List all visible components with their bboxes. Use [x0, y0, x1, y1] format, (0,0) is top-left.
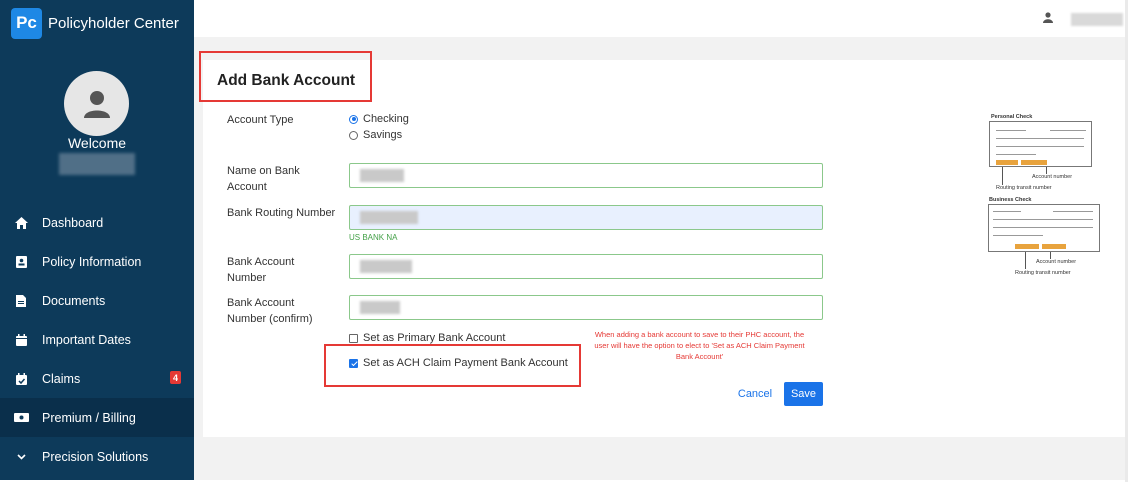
sidebar-item-label: Policy Information	[42, 254, 142, 269]
pointer-line	[1002, 167, 1003, 185]
routing-number-label: Bank Routing Number	[227, 207, 336, 219]
radio-label: Checking	[363, 113, 409, 125]
check-line	[993, 235, 1043, 236]
check-line	[993, 219, 1093, 220]
business-check-image	[988, 204, 1100, 252]
name-on-account-field[interactable]	[349, 163, 823, 188]
sidebar-item-label: Premium / Billing	[42, 410, 136, 425]
radio-savings[interactable]: Savings	[349, 129, 402, 141]
routing-number-field[interactable]	[349, 205, 823, 230]
pointer-line	[1050, 252, 1051, 259]
page-title: Add Bank Account	[217, 72, 356, 89]
account-icon[interactable]	[1043, 10, 1057, 24]
sidebar-item-label: Documents	[42, 293, 106, 308]
routing-highlight	[1015, 244, 1039, 249]
radio-button[interactable]	[349, 130, 358, 140]
top-bar	[194, 0, 1128, 37]
calendar-check-icon	[13, 371, 29, 387]
ach-account-checkbox-row[interactable]: Set as ACH Claim Payment Bank Account	[349, 357, 568, 369]
ach-account-checkbox[interactable]	[349, 358, 358, 368]
pointer-line	[1046, 167, 1047, 174]
routing-number-caption: Routing transit number	[1015, 270, 1071, 276]
primary-account-checkbox[interactable]	[349, 333, 358, 343]
sidebar-item-label: Precision Solutions	[42, 449, 149, 464]
home-icon	[13, 215, 29, 231]
cancel-button[interactable]: Cancel	[733, 383, 777, 405]
check-line	[996, 130, 1026, 131]
sidebar-item-label: Claims	[42, 371, 81, 386]
account-number-confirm-label: Bank Account Number (confirm)	[227, 297, 313, 325]
chevron-down-icon	[13, 449, 29, 465]
name-on-account-label: Name on Bank Account	[227, 165, 300, 193]
check-line	[996, 154, 1036, 155]
radio-checking[interactable]: Checking	[349, 113, 409, 125]
redacted-value	[360, 169, 404, 182]
account-number-caption: Account number	[1032, 174, 1073, 180]
account-highlight	[1042, 244, 1066, 249]
radio-label: Savings	[363, 129, 403, 141]
sidebar-item-dashboard[interactable]: Dashboard	[0, 203, 194, 242]
personal-check-image	[989, 121, 1092, 167]
id-card-icon	[13, 254, 29, 270]
routing-number-caption: Routing transit number	[996, 185, 1052, 191]
user-icon	[83, 90, 110, 118]
check-line	[1050, 130, 1086, 131]
app: Pc Policyholder Center Welcome Dashboard	[0, 0, 1128, 482]
logo-icon: Pc	[11, 7, 42, 39]
account-highlight	[1021, 160, 1047, 165]
redacted-account-name	[1071, 13, 1123, 26]
personal-check-title: Personal Check	[991, 114, 1033, 120]
annotation-note: When adding a bank account to save to th…	[594, 330, 805, 361]
checkbox-label: Set as ACH Claim Payment Bank Account	[363, 357, 568, 369]
document-icon	[13, 293, 29, 309]
welcome-text: Welcome	[67, 135, 127, 151]
account-number-field[interactable]	[349, 254, 823, 279]
sidebar-item-premium-billing[interactable]: Premium / Billing	[0, 398, 194, 437]
money-icon	[13, 410, 29, 426]
check-line	[993, 211, 1021, 212]
check-line	[996, 146, 1084, 147]
calendar-icon	[13, 332, 29, 348]
business-check-title: Business Check	[989, 197, 1032, 203]
sidebar: Pc Policyholder Center Welcome Dashboard	[0, 0, 194, 480]
account-number-confirm-input[interactable]	[350, 296, 822, 319]
primary-account-checkbox-row[interactable]: Set as Primary Bank Account	[349, 332, 505, 344]
checkbox-label: Set as Primary Bank Account	[363, 332, 506, 344]
sidebar-item-label: Dashboard	[42, 215, 104, 230]
redacted-username	[59, 153, 135, 175]
sidebar-item-important-dates[interactable]: Important Dates	[0, 320, 194, 359]
claims-count-badge: 4	[170, 371, 181, 384]
check-line	[993, 227, 1093, 228]
redacted-value	[360, 301, 400, 314]
sidebar-nav: Dashboard Policy Information Documents I…	[0, 203, 194, 476]
sidebar-item-claims[interactable]: Claims 4	[0, 359, 194, 398]
name-on-account-input[interactable]	[350, 164, 822, 187]
sidebar-item-precision-solutions[interactable]: Precision Solutions	[0, 437, 194, 476]
save-button[interactable]: Save	[784, 382, 823, 406]
app-title: Policyholder Center	[48, 14, 179, 32]
redacted-value	[360, 260, 412, 273]
redacted-value	[360, 211, 418, 224]
routing-number-input[interactable]	[350, 206, 822, 229]
check-line	[996, 138, 1084, 139]
avatar	[64, 71, 129, 136]
check-line	[1053, 211, 1093, 212]
account-number-confirm-field[interactable]	[349, 295, 823, 320]
sidebar-item-policy-information[interactable]: Policy Information	[0, 242, 194, 281]
account-number-input[interactable]	[350, 255, 822, 278]
routing-highlight	[996, 160, 1018, 165]
radio-button[interactable]	[349, 114, 358, 124]
sidebar-item-documents[interactable]: Documents	[0, 281, 194, 320]
account-type-label: Account Type	[227, 114, 294, 126]
sidebar-item-label: Important Dates	[42, 332, 131, 347]
bank-name-text: US BANK NA	[349, 233, 398, 242]
account-number-caption: Account number	[1036, 259, 1077, 265]
brand[interactable]: Pc Policyholder Center	[0, 0, 194, 46]
pointer-line	[1025, 252, 1026, 269]
account-number-label: Bank Account Number	[227, 256, 295, 284]
